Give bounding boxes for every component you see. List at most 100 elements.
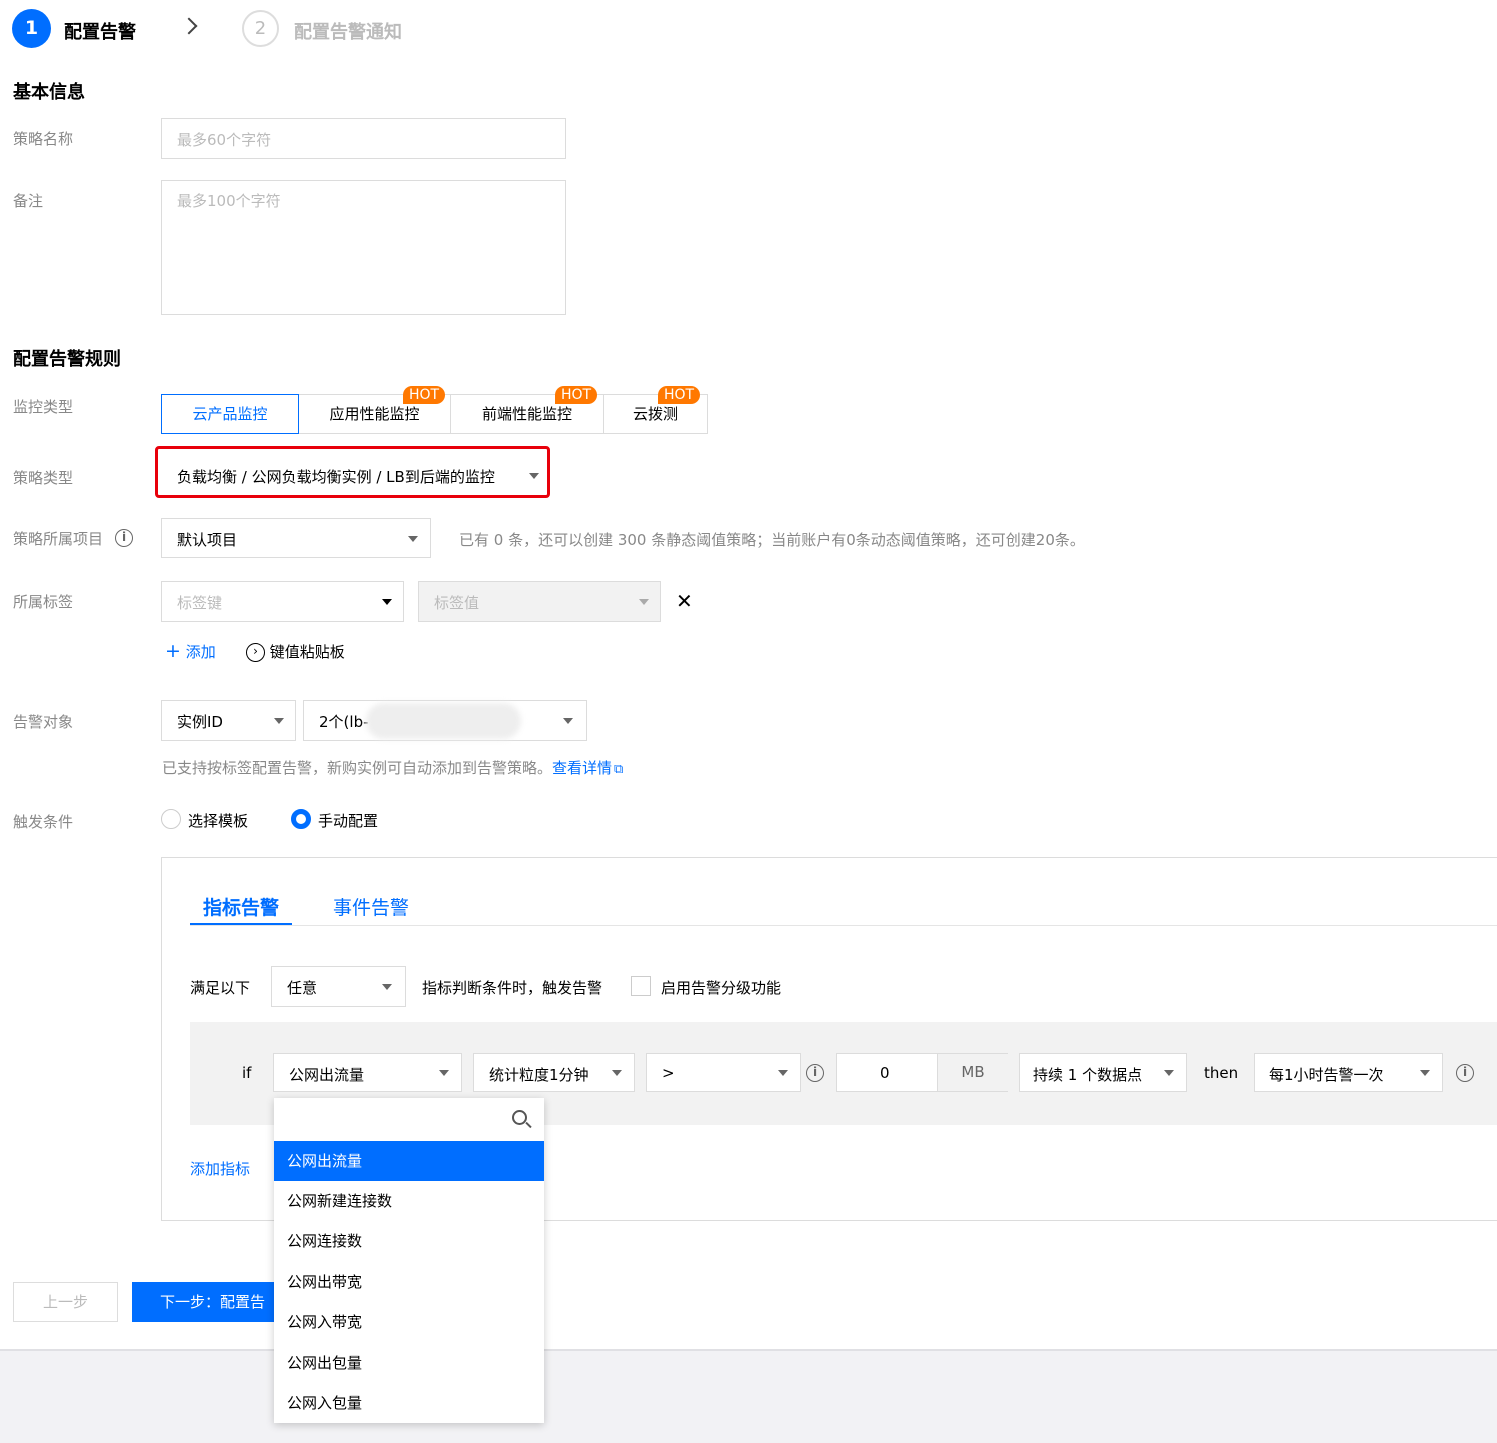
step-1-circle: 1 — [12, 9, 51, 48]
tabs-divider — [190, 925, 1497, 926]
radio-manual[interactable] — [291, 809, 311, 829]
tag-value-select[interactable]: 标签值 — [418, 581, 661, 622]
grading-label: 启用告警分级功能 — [661, 979, 782, 997]
blur-mask — [366, 703, 521, 739]
policy-type-value: 负载均衡 / 公网负载均衡实例 / LB到后端的监控 — [177, 468, 495, 486]
target-label: 告警对象 — [13, 713, 74, 731]
info-icon[interactable]: i — [115, 529, 133, 547]
chevron-down-icon — [274, 718, 284, 724]
tag-key-select[interactable]: 标签键 — [161, 581, 404, 622]
radio-manual-label: 手动配置 — [318, 812, 379, 830]
tab-cloud-dial-test[interactable]: 云拨测 HOT — [603, 386, 708, 434]
tab-cloud-product-monitor[interactable]: 云产品监控 — [161, 394, 299, 434]
info-icon[interactable]: i — [806, 1064, 824, 1082]
close-icon[interactable]: ✕ — [676, 589, 693, 613]
operator-value: > — [662, 1064, 675, 1082]
chevron-down-icon — [563, 718, 573, 724]
step-2-label: 配置告警通知 — [294, 22, 402, 43]
prev-step-button[interactable]: 上一步 — [13, 1282, 118, 1322]
info-icon[interactable]: i — [1456, 1064, 1474, 1082]
chevron-down-icon — [639, 599, 649, 605]
duration-value: 持续 1 个数据点 — [1033, 1066, 1143, 1084]
dropdown-item[interactable]: 公网连接数 — [274, 1221, 544, 1261]
policy-name-placeholder: 最多60个字符 — [177, 131, 272, 149]
radio-template[interactable] — [161, 809, 181, 829]
hot-badge: HOT — [403, 386, 446, 404]
remark-textarea[interactable]: 最多100个字符 — [161, 180, 566, 315]
trigger-label: 触发条件 — [13, 813, 74, 831]
satisfy-label: 满足以下 — [190, 979, 251, 997]
dropdown-item[interactable]: 公网出包量 — [274, 1343, 544, 1383]
target-type-select[interactable]: 实例ID — [161, 700, 296, 741]
external-link-icon: ⧉ — [614, 762, 624, 777]
project-select[interactable]: 默认项目 — [161, 518, 431, 558]
policy-name-label: 策略名称 — [13, 130, 74, 148]
if-label: if — [242, 1064, 252, 1082]
next-step-button[interactable]: 下一步：配置告 — [132, 1282, 282, 1322]
satisfy-select[interactable]: 任意 — [271, 966, 406, 1007]
tab-frontend-monitor[interactable]: 前端性能监控 HOT — [450, 386, 604, 434]
tab-dial-label: 云拨测 — [632, 405, 678, 423]
view-details-link[interactable]: 查看详情 — [552, 759, 612, 777]
chevron-circle-icon: › — [246, 643, 265, 662]
chevron-down-icon — [439, 1070, 449, 1076]
dropdown-item[interactable]: 公网新建连接数 — [274, 1181, 544, 1221]
section-title-rules: 配置告警规则 — [13, 349, 121, 370]
target-instance-select[interactable]: 2个(lb- — [303, 700, 587, 741]
dropdown-item[interactable]: 公网入包量 — [274, 1383, 544, 1423]
step-1-label: 配置告警 — [64, 22, 136, 43]
period-value: 统计粒度1分钟 — [489, 1066, 589, 1084]
hot-badge: HOT — [658, 386, 701, 404]
paste-board-label: 键值粘贴板 — [269, 643, 345, 661]
tab-apm-monitor[interactable]: 应用性能监控 HOT — [298, 386, 451, 434]
tab-metric-alert[interactable]: 指标告警 — [203, 893, 279, 920]
target-type-value: 实例ID — [177, 713, 223, 731]
chevron-down-icon — [382, 599, 392, 605]
dropdown-item[interactable]: 公网出流量 — [274, 1141, 544, 1181]
remark-placeholder: 最多100个字符 — [177, 192, 281, 210]
policy-type-select[interactable]: 负载均衡 / 公网负载均衡实例 / LB到后端的监控 — [161, 455, 546, 495]
period-select[interactable]: 统计粒度1分钟 — [473, 1053, 635, 1092]
add-tag-label: 添加 — [185, 643, 216, 661]
satisfy-value: 任意 — [287, 979, 318, 997]
tab-apm-label: 应用性能监控 — [329, 405, 420, 423]
frequency-value: 每1小时告警一次 — [1269, 1066, 1384, 1084]
policy-name-input[interactable]: 最多60个字符 — [161, 118, 566, 159]
tag-value-placeholder: 标签值 — [434, 594, 480, 612]
frequency-select[interactable]: 每1小时告警一次 — [1254, 1053, 1443, 1092]
unit-addon: MB — [937, 1054, 1008, 1091]
metric-select[interactable]: 公网出流量 — [273, 1053, 462, 1092]
project-hint: 已有 0 条，还可以创建 300 条静态阈值策略；当前账户有0条动态阈值策略，还… — [459, 531, 1085, 549]
threshold-input[interactable]: 0 MB — [836, 1053, 1008, 1092]
dropdown-search-input[interactable] — [274, 1098, 544, 1140]
grading-checkbox[interactable] — [631, 976, 651, 996]
monitor-type-label: 监控类型 — [13, 398, 74, 416]
satisfy-suffix: 指标判断条件时，触发告警 — [422, 979, 603, 997]
then-label: then — [1204, 1064, 1239, 1082]
paste-board-button[interactable]: › 键值粘贴板 — [246, 641, 345, 662]
target-instance-value: 2个(lb- — [319, 713, 369, 731]
chevron-down-icon — [1164, 1070, 1174, 1076]
chevron-down-icon — [382, 984, 392, 990]
add-tag-button[interactable]: + 添加 — [165, 640, 216, 662]
tag-key-placeholder: 标签键 — [177, 594, 223, 612]
plus-icon: + — [165, 640, 181, 662]
policy-type-label: 策略类型 — [13, 469, 74, 487]
duration-select[interactable]: 持续 1 个数据点 — [1019, 1053, 1187, 1092]
hot-badge: HOT — [555, 386, 598, 404]
add-metric-link[interactable]: 添加指标 — [190, 1158, 250, 1179]
project-value: 默认项目 — [177, 531, 238, 549]
step-2-circle: 2 — [242, 10, 279, 47]
target-hint-text: 已支持按标签配置告警，新购实例可自动添加到告警策略。 — [162, 759, 553, 777]
chevron-down-icon — [408, 536, 418, 542]
footer-gray-band — [0, 1349, 1497, 1443]
dropdown-item[interactable]: 公网入带宽 — [274, 1302, 544, 1342]
chevron-down-icon — [1420, 1070, 1430, 1076]
target-hint: 已支持按标签配置告警，新购实例可自动添加到告警策略。查看详情 ⧉ — [162, 757, 623, 778]
operator-select[interactable]: > — [646, 1053, 801, 1092]
metric-value: 公网出流量 — [289, 1066, 365, 1084]
project-label: 策略所属项目 — [13, 530, 104, 548]
threshold-value: 0 — [880, 1064, 890, 1082]
tab-event-alert[interactable]: 事件告警 — [333, 893, 409, 920]
dropdown-item[interactable]: 公网出带宽 — [274, 1262, 544, 1302]
